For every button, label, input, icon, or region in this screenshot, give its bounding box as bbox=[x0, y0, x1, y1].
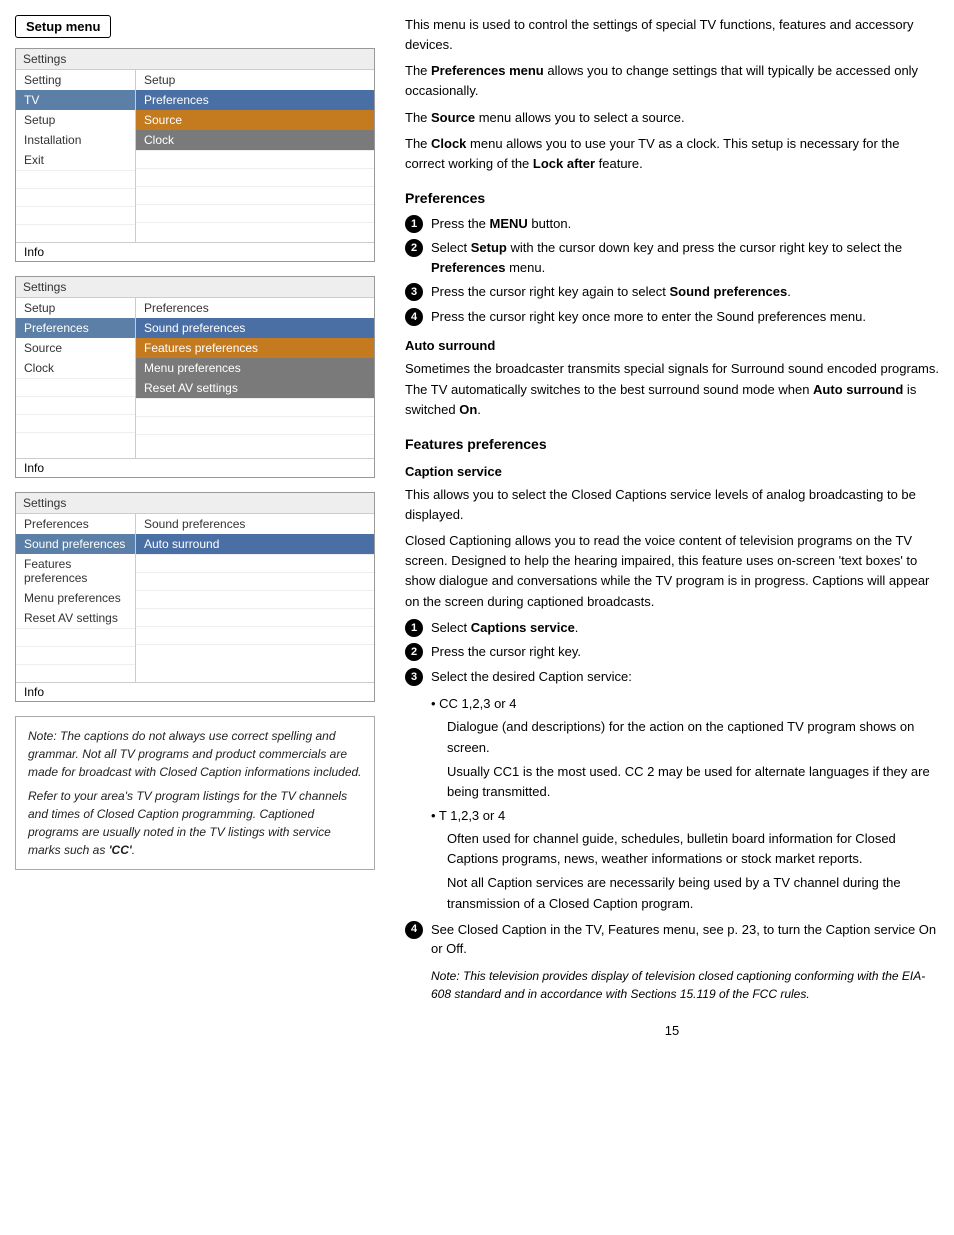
p3-item-sound[interactable]: Sound preferences bbox=[16, 534, 135, 554]
step-4: 4 Press the cursor right key once more t… bbox=[405, 307, 939, 327]
p2-right-sound[interactable]: Sound preferences bbox=[136, 318, 374, 338]
panel3-header: Settings bbox=[16, 493, 374, 514]
caption-text-1: This allows you to select the Closed Cap… bbox=[405, 485, 939, 525]
preferences-steps: 1 Press the MENU button. 2 Select Setup … bbox=[405, 214, 939, 327]
step-num-4: 4 bbox=[405, 308, 423, 326]
intro-p4: The Clock menu allows you to use your TV… bbox=[405, 134, 939, 174]
caption-heading: Caption service bbox=[405, 464, 939, 479]
panel1-right-menu: Setup Preferences Source Clock bbox=[136, 70, 374, 242]
settings-panel-1: Settings Setting TV Setup Installation E… bbox=[15, 48, 375, 262]
panel1-header: Settings bbox=[16, 49, 374, 70]
caption-step-text-1: Select Captions service. bbox=[431, 618, 939, 638]
p2-item-setup[interactable]: Setup bbox=[16, 298, 135, 318]
caption-step-1: 1 Select Captions service. bbox=[405, 618, 939, 638]
p3-right-sound[interactable]: Sound preferences bbox=[136, 514, 374, 534]
p3-item-features[interactable]: Features preferences bbox=[16, 554, 135, 588]
p1-right-setup[interactable]: Setup bbox=[136, 70, 374, 90]
bullet-cc-sub2: Usually CC1 is the most used. CC 2 may b… bbox=[447, 762, 939, 802]
panel3-right-menu: Sound preferences Auto surround bbox=[136, 514, 374, 682]
auto-surround-text: Sometimes the broadcaster transmits spec… bbox=[405, 359, 939, 419]
caption-step-4: 4 See Closed Caption in the TV, Features… bbox=[405, 920, 939, 959]
caption-text-2: Closed Captioning allows you to read the… bbox=[405, 531, 939, 612]
p3-item-preferences[interactable]: Preferences bbox=[16, 514, 135, 534]
caption-step-2: 2 Press the cursor right key. bbox=[405, 642, 939, 662]
panel1-left-menu: Setting TV Setup Installation Exit bbox=[16, 70, 136, 242]
bullets-section: • CC 1,2,3 or 4 Dialogue (and descriptio… bbox=[431, 694, 939, 913]
step-text-1: Press the MENU button. bbox=[431, 214, 939, 234]
p2-item-preferences[interactable]: Preferences bbox=[16, 318, 135, 338]
panel2-body: Setup Preferences Source Clock Preferenc… bbox=[16, 298, 374, 458]
setup-menu-title: Setup menu bbox=[15, 15, 111, 38]
intro-p2: The Preferences menu allows you to chang… bbox=[405, 61, 939, 101]
caption-step-num-4: 4 bbox=[405, 921, 423, 939]
step-text-2: Select Setup with the cursor down key an… bbox=[431, 238, 939, 277]
step-text-3: Press the cursor right key again to sele… bbox=[431, 282, 939, 302]
p3-item-menu[interactable]: Menu preferences bbox=[16, 588, 135, 608]
p1-right-clock[interactable]: Clock bbox=[136, 130, 374, 150]
preferences-heading: Preferences bbox=[405, 190, 939, 206]
panel1-body: Setting TV Setup Installation Exit Setup… bbox=[16, 70, 374, 242]
p3-item-reset[interactable]: Reset AV settings bbox=[16, 608, 135, 628]
caption-step-num-1: 1 bbox=[405, 619, 423, 637]
caption-step-text-2: Press the cursor right key. bbox=[431, 642, 939, 662]
p3-right-auto[interactable]: Auto surround bbox=[136, 534, 374, 554]
bullet-cc-label: • CC 1,2,3 or 4 bbox=[431, 694, 939, 714]
panel2-header: Settings bbox=[16, 277, 374, 298]
step-num-1: 1 bbox=[405, 215, 423, 233]
settings-panel-3: Settings Preferences Sound preferences F… bbox=[15, 492, 375, 702]
right-column: This menu is used to control the setting… bbox=[395, 15, 939, 1038]
p1-right-source[interactable]: Source bbox=[136, 110, 374, 130]
note-text-1: Note: The captions do not always use cor… bbox=[28, 727, 362, 781]
features-heading: Features preferences bbox=[405, 436, 939, 452]
bullet-cc-sub1: Dialogue (and descriptions) for the acti… bbox=[447, 717, 939, 757]
p1-item-tv[interactable]: TV bbox=[16, 90, 135, 110]
settings-panel-2: Settings Setup Preferences Source Clock … bbox=[15, 276, 375, 478]
bullet-t-sub1: Often used for channel guide, schedules,… bbox=[447, 829, 939, 869]
caption-step-num-3: 3 bbox=[405, 668, 423, 686]
page-container: Setup menu Settings Setting TV Setup Ins… bbox=[15, 15, 939, 1038]
caption-step-3: 3 Select the desired Caption service: bbox=[405, 667, 939, 687]
caption-step-text-4: See Closed Caption in the TV, Features m… bbox=[431, 920, 939, 959]
intro-p3: The Source menu allows you to select a s… bbox=[405, 108, 939, 128]
panel2-right-menu: Preferences Sound preferences Features p… bbox=[136, 298, 374, 458]
step-num-3: 3 bbox=[405, 283, 423, 301]
p1-item-exit[interactable]: Exit bbox=[16, 150, 135, 170]
p2-right-preferences[interactable]: Preferences bbox=[136, 298, 374, 318]
intro-p1: This menu is used to control the setting… bbox=[405, 15, 939, 55]
p1-item-installation[interactable]: Installation bbox=[16, 130, 135, 150]
caption-note: Note: This television provides display o… bbox=[431, 967, 939, 1003]
step-num-2: 2 bbox=[405, 239, 423, 257]
caption-step4-list: 4 See Closed Caption in the TV, Features… bbox=[405, 920, 939, 959]
step-1: 1 Press the MENU button. bbox=[405, 214, 939, 234]
step-3: 3 Press the cursor right key again to se… bbox=[405, 282, 939, 302]
note-box: Note: The captions do not always use cor… bbox=[15, 716, 375, 870]
step-text-4: Press the cursor right key once more to … bbox=[431, 307, 939, 327]
step-2: 2 Select Setup with the cursor down key … bbox=[405, 238, 939, 277]
caption-step-num-2: 2 bbox=[405, 643, 423, 661]
page-number: 15 bbox=[405, 1023, 939, 1038]
p2-item-clock[interactable]: Clock bbox=[16, 358, 135, 378]
p2-right-menu[interactable]: Menu preferences bbox=[136, 358, 374, 378]
p1-right-preferences[interactable]: Preferences bbox=[136, 90, 374, 110]
panel2-left-menu: Setup Preferences Source Clock bbox=[16, 298, 136, 458]
panel3-body: Preferences Sound preferences Features p… bbox=[16, 514, 374, 682]
p1-item-setup[interactable]: Setup bbox=[16, 110, 135, 130]
caption-step-text-3: Select the desired Caption service: bbox=[431, 667, 939, 687]
caption-steps: 1 Select Captions service. 2 Press the c… bbox=[405, 618, 939, 687]
panel3-left-menu: Preferences Sound preferences Features p… bbox=[16, 514, 136, 682]
panel2-footer: Info bbox=[16, 458, 374, 477]
note-text-2: Refer to your area's TV program listings… bbox=[28, 787, 362, 859]
bullet-t-label: • T 1,2,3 or 4 bbox=[431, 806, 939, 826]
panel3-footer: Info bbox=[16, 682, 374, 701]
auto-surround-heading: Auto surround bbox=[405, 338, 939, 353]
panel1-footer: Info bbox=[16, 242, 374, 261]
p2-right-reset[interactable]: Reset AV settings bbox=[136, 378, 374, 398]
left-column: Setup menu Settings Setting TV Setup Ins… bbox=[15, 15, 375, 1038]
p2-item-source[interactable]: Source bbox=[16, 338, 135, 358]
p2-right-features[interactable]: Features preferences bbox=[136, 338, 374, 358]
p1-item-setting[interactable]: Setting bbox=[16, 70, 135, 90]
bullet-t-sub2: Not all Caption services are necessarily… bbox=[447, 873, 939, 913]
